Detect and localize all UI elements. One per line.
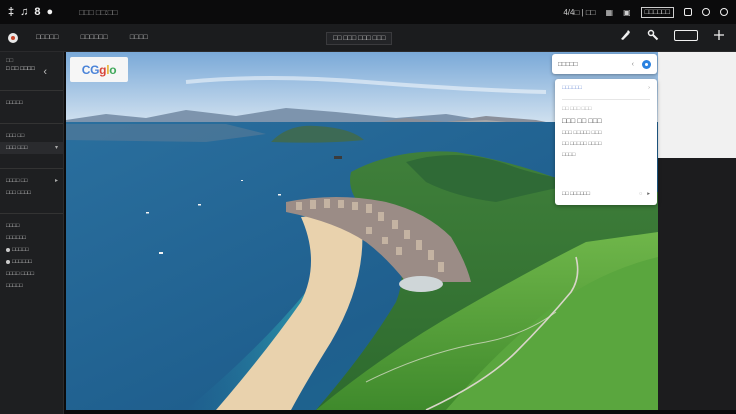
share-icon[interactable]: ◌ (639, 191, 642, 197)
status-time: □□□ □□:□□ (79, 7, 118, 17)
window-square-icon[interactable] (684, 8, 692, 16)
status-glyph: 8 (34, 6, 41, 18)
menu-item[interactable]: □□□□ (130, 34, 148, 41)
brand-letter: o (109, 62, 117, 77)
chevron-right-icon[interactable]: ▸ (55, 177, 58, 184)
toolbar-tools (618, 28, 726, 42)
status-left-glyphs: ‡ ♫ 8 ● (8, 6, 53, 18)
sidebar-item-label: □□□□□□ (12, 259, 32, 265)
info-card: □□□□□□ › □□ □□□ □□□ □□□ □□ □□□ □□□ □□□□□… (555, 79, 657, 205)
plus-icon[interactable] (712, 28, 726, 42)
sidebar-item[interactable]: □□□□ □□□□ (0, 268, 63, 280)
window-circle-icon-2[interactable] (720, 8, 728, 16)
sidebar-item[interactable]: □□□□□ (0, 244, 63, 256)
bookmark-icon[interactable]: ▸ (647, 191, 650, 197)
sidebar-item[interactable]: □□□□□□ (0, 256, 63, 268)
sidebar-section-2: □□□ □□ □□□ □□□ ▾ (0, 123, 63, 158)
info-card-title: □□□ □□ □□□ (562, 118, 602, 125)
chevron-right-icon[interactable]: › (648, 85, 650, 91)
status-glyph: ‡ (8, 6, 15, 18)
status-badge[interactable]: □□□□□□ (640, 6, 674, 18)
sidebar-item-selected[interactable]: □□□ □□□ ▾ (0, 142, 63, 154)
sidebar-item[interactable]: □□□□ □□ ▸ (0, 175, 63, 187)
brand-letter: C (81, 62, 91, 77)
document-title[interactable]: □□ □□□ □□□ □□□ (326, 32, 393, 45)
info-card-footer: □□ □□□□□□ ◌ ▸ (562, 191, 650, 197)
grid-icon[interactable]: ▦ (606, 8, 614, 17)
brand-logo[interactable]: CGglo (70, 57, 128, 82)
brush-icon[interactable] (646, 28, 660, 42)
status-glyph: ♫ (20, 6, 29, 18)
sidebar-item-label: □□□□□ (12, 247, 29, 253)
sidebar-item[interactable]: □□□ □□ (0, 130, 63, 142)
info-card-line: □□□□ (562, 152, 576, 158)
panel-icon[interactable] (674, 29, 698, 41)
sidebar-item[interactable]: □□□□□□ (0, 232, 63, 244)
app-toolbar: □□□□□ □□□□□□ □□□□ □□ □□□ □□□ □□□ (0, 24, 736, 52)
search-input-value: □□□□□ (558, 60, 578, 68)
info-card-footer-text: □□ □□□□□□ (562, 191, 591, 197)
sidebar-section-1: □□□□□ (0, 90, 63, 113)
system-status-bar: ‡ ♫ 8 ● □□□ □□:□□ 4/4□ | □□ ▦ ▣ □□□□□□ (0, 0, 736, 24)
bullet-icon (6, 259, 10, 264)
sidebar-item[interactable]: □□□ □□□□ (0, 187, 63, 199)
left-sidebar: □□ □ □□ □□□□ ‹ □□□□□ □□□ □□ □□□ □□□ ▾ □□□… (0, 52, 64, 414)
sidebar-item[interactable]: □□□□□ (0, 280, 63, 292)
bullet-icon (6, 247, 10, 252)
collapse-chevron-icon[interactable]: ‹ (43, 66, 47, 78)
info-card-actions: ◌ ▸ (639, 191, 650, 197)
info-card-line: □□ □□□□□ □□□□ (562, 141, 602, 147)
right-panel-gutter (658, 52, 736, 414)
info-card-subtitle: □□ □□□ □□□ (562, 106, 592, 112)
sidebar-item-label: □□□ □□□ (6, 145, 28, 151)
pen-icon[interactable] (618, 28, 632, 42)
sidebar-header-title: □ □□ □□□□ (6, 66, 35, 72)
brand-letter: g (99, 62, 107, 77)
app-logo-icon[interactable] (8, 32, 18, 43)
bottom-strip (64, 410, 736, 414)
sidebar-item-label: □□□□ □□ (6, 178, 28, 184)
status-text: 4/4□ | □□ (563, 7, 596, 17)
sidebar-header-caption: □□ (6, 58, 14, 64)
sidebar-section-3: □□□□ □□ ▸ □□□ □□□□ (0, 168, 63, 203)
status-right: 4/4□ | □□ ▦ ▣ □□□□□□ (563, 6, 728, 18)
search-input[interactable]: □□□□□ ‹ (552, 54, 657, 74)
sidebar-item[interactable]: □□□□ (0, 220, 63, 232)
brand-letter: G (90, 62, 100, 77)
menu-item[interactable]: □□□□□ (36, 34, 59, 41)
right-panel-light-area (658, 52, 736, 158)
sidebar-item[interactable]: □□□□□ (0, 97, 63, 109)
window-circle-icon[interactable] (702, 8, 710, 16)
sidebar-header: □□ □ □□ □□□□ (0, 52, 63, 72)
menu-item[interactable]: □□□□□□ (81, 34, 108, 41)
info-card-header: □□□□□□ › (562, 85, 650, 91)
top-menu: □□□□□ □□□□□□ □□□□ (36, 34, 148, 41)
lock-icon[interactable]: ▣ (623, 8, 631, 17)
clear-icon[interactable]: ‹ (632, 61, 634, 68)
sidebar-section-4: □□□□ □□□□□□ □□□□□ □□□□□□ □□□□ □□□□ □□□□□ (0, 213, 63, 296)
chevron-down-icon[interactable]: ▾ (55, 144, 58, 151)
search-go-icon[interactable] (642, 59, 651, 69)
info-card-line: □□□ □□□□□ □□□ (562, 130, 602, 136)
status-glyph: ● (46, 6, 54, 18)
divider (562, 99, 650, 100)
info-card-link[interactable]: □□□□□□ (562, 85, 582, 91)
